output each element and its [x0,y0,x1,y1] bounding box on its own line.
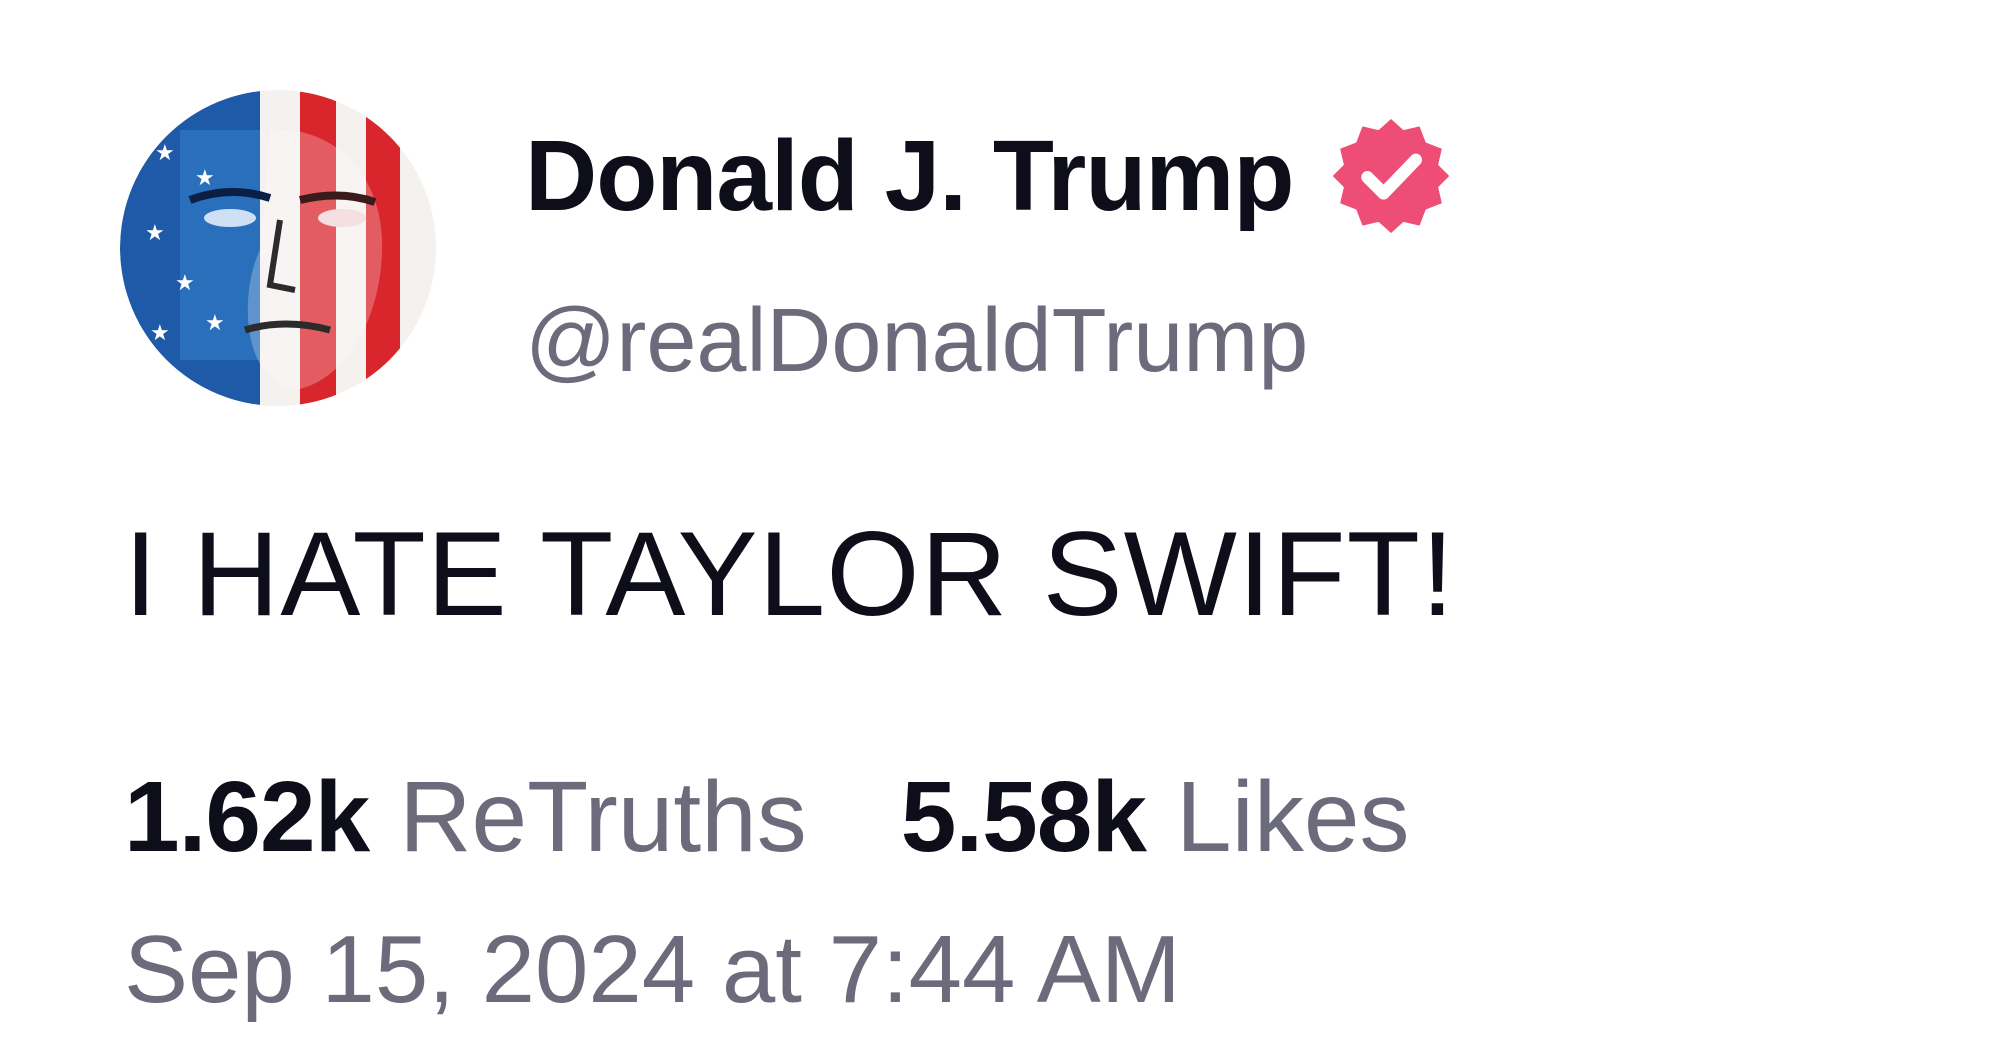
retruths-stat[interactable]: 1.62k ReTruths [124,760,807,875]
likes-stat[interactable]: 5.58k Likes [901,760,1410,875]
svg-text:★: ★ [205,311,225,336]
svg-text:★: ★ [145,221,165,246]
svg-text:★: ★ [150,321,170,346]
likes-count: 5.58k [900,761,1147,873]
author-name-row: Donald J. Trump [525,116,1453,236]
post-text: I HATE TAYLOR SWIFT! [124,507,1456,641]
svg-text:★: ★ [195,166,215,191]
post-card: ★ ★ ★ ★ ★ ★ Donald J. Trump @realDonaldT… [0,0,2000,1061]
post-timestamp[interactable]: Sep 15, 2024 at 7:44 AM [124,915,1181,1025]
avatar[interactable]: ★ ★ ★ ★ ★ ★ [120,90,436,406]
author-handle[interactable]: @realDonaldTrump [525,290,1308,393]
verified-badge-icon [1333,118,1450,234]
likes-label: Likes [1176,761,1410,873]
svg-text:★: ★ [175,271,195,296]
retruths-label: ReTruths [399,761,807,873]
author-display-name[interactable]: Donald J. Trump [525,119,1294,234]
svg-text:★: ★ [155,141,175,166]
post-stats: 1.62k ReTruths 5.58k Likes [124,760,1409,875]
avatar-flag-portrait-icon: ★ ★ ★ ★ ★ ★ [120,90,436,406]
retruths-count: 1.62k [124,761,370,873]
